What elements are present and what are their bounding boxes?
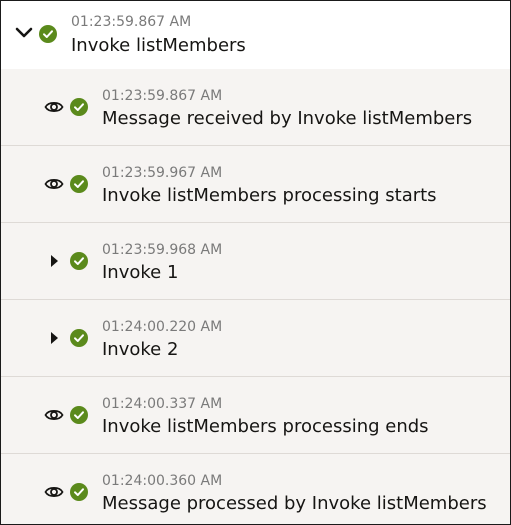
success-check-icon [70,175,88,193]
step-row: 01:24:00.337 AM Invoke listMembers proce… [1,377,510,454]
step-label: Invoke listMembers processing starts [102,185,437,206]
caret-right-icon[interactable] [44,251,64,271]
step-timestamp: 01:24:00.337 AM [102,396,223,412]
eye-icon[interactable] [44,482,64,502]
step-timestamp: 01:23:59.967 AM [102,165,223,181]
step-label: Invoke 1 [102,262,179,283]
step-list: 01:23:59.867 AM Message received by Invo… [1,69,510,524]
header-timestamp: 01:23:59.867 AM [71,14,192,30]
step-row: 01:24:00.360 AM Message processed by Inv… [1,454,510,524]
step-row: 01:23:59.967 AM Invoke listMembers proce… [1,146,510,223]
header-title: Invoke listMembers [71,35,246,56]
step-label: Message processed by Invoke listMembers [102,493,487,514]
step-timestamp: 01:23:59.968 AM [102,242,223,258]
eye-icon[interactable] [44,97,64,117]
success-check-icon [39,25,57,43]
activity-stream-panel: 01:23:59.867 AM Invoke listMembers 01:23… [0,0,511,525]
success-check-icon [70,483,88,501]
chevron-down-icon[interactable] [14,23,34,43]
success-check-icon [70,252,88,270]
step-row: 01:23:59.867 AM Message received by Invo… [1,69,510,146]
step-row: 01:24:00.220 AM Invoke 2 [1,300,510,377]
step-label: Message received by Invoke listMembers [102,108,473,129]
step-label: Invoke listMembers processing ends [102,416,429,437]
success-check-icon [70,406,88,424]
step-row: 01:23:59.968 AM Invoke 1 [1,223,510,300]
step-label: Invoke 2 [102,339,179,360]
success-check-icon [70,329,88,347]
invoke-header: 01:23:59.867 AM Invoke listMembers [1,1,510,67]
step-timestamp: 01:24:00.360 AM [102,473,223,489]
caret-right-icon[interactable] [44,328,64,348]
eye-icon[interactable] [44,174,64,194]
success-check-icon [70,98,88,116]
step-timestamp: 01:24:00.220 AM [102,319,223,335]
step-timestamp: 01:23:59.867 AM [102,88,223,104]
eye-icon[interactable] [44,405,64,425]
